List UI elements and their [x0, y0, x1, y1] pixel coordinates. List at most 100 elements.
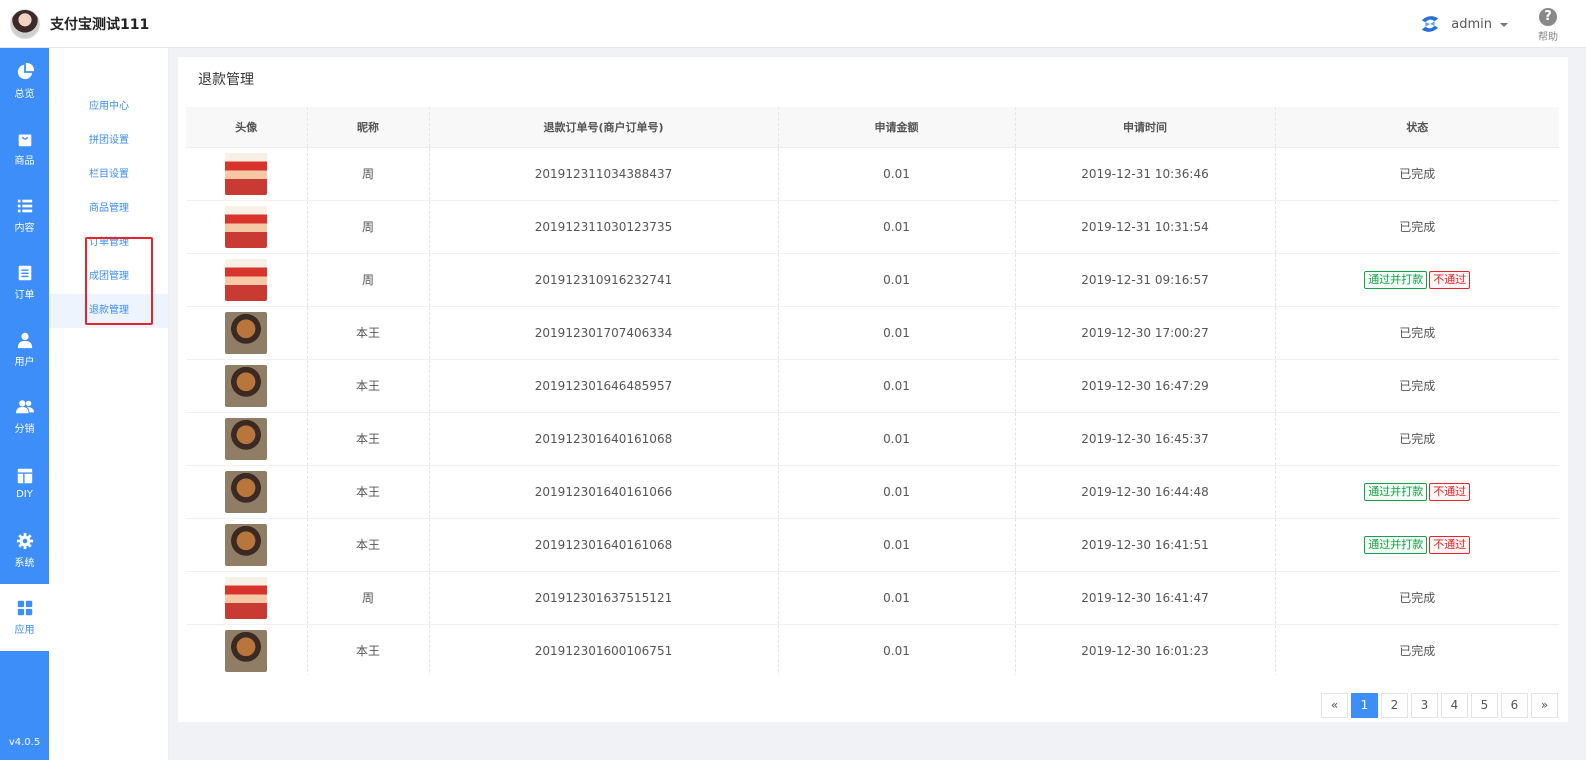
pagination-page-2[interactable]: 2	[1381, 693, 1408, 718]
question-icon: ?	[1539, 8, 1557, 26]
nav-item-diy[interactable]: DIY	[0, 450, 49, 517]
submenu-item-column-settings[interactable]: 栏目设置	[49, 158, 168, 192]
status-text: 已完成	[1399, 644, 1436, 658]
nav-item-system[interactable]: 系统	[0, 517, 49, 584]
time-cell: 2019-12-30 16:01:23	[1015, 624, 1276, 675]
submenu-item-order-management[interactable]: 订单管理	[49, 226, 168, 260]
help-label: 帮助	[1538, 32, 1558, 43]
amount-cell: 0.01	[778, 518, 1016, 572]
nickname-cell: 周	[307, 253, 430, 307]
avatar-cell	[186, 200, 308, 254]
avatar-cell	[186, 571, 308, 625]
column-header-amount: 申请金额	[778, 107, 1016, 148]
avatar	[225, 417, 268, 460]
nickname-cell: 本王	[307, 624, 430, 675]
pagination-page-5[interactable]: 5	[1471, 693, 1498, 718]
nav-item-orders[interactable]: 订单	[0, 249, 49, 316]
help-button[interactable]: ? 帮助	[1528, 8, 1568, 44]
refund-table: 头像 昵称 退款订单号(商户订单号) 申请金额 申请时间 状态 周 2019123…	[186, 107, 1559, 675]
nav-item-apps[interactable]: 应用	[0, 584, 49, 651]
status-text: 已完成	[1399, 379, 1436, 393]
submenu-item-goods-management[interactable]: 商品管理	[49, 192, 168, 226]
nav-item-distribution[interactable]: 分销	[0, 383, 49, 450]
amount-cell: 0.01	[778, 412, 1016, 466]
amount-cell: 0.01	[778, 571, 1016, 625]
pagination-page-6[interactable]: 6	[1501, 693, 1528, 718]
approve-and-pay-button[interactable]: 通过并打款	[1364, 270, 1428, 289]
reject-button[interactable]: 不通过	[1429, 270, 1471, 289]
submenu-item-app-center[interactable]: 应用中心	[49, 90, 168, 124]
pagination-page-3[interactable]: 3	[1411, 693, 1438, 718]
nav-item-label: 应用	[14, 625, 35, 636]
nav-item-goods[interactable]: 商品	[0, 115, 49, 182]
nav-item-label: 用户	[14, 357, 35, 368]
table-body: 周 201912311034388437 0.01 2019-12-31 10:36:…	[186, 147, 1559, 675]
time-cell: 2019-12-30 16:41:51	[1015, 518, 1276, 572]
status-text: 已完成	[1399, 167, 1436, 181]
brand[interactable]: 支付宝测试111	[10, 8, 149, 40]
nav-item-label: 内容	[14, 223, 35, 234]
nav-item-users[interactable]: 用户	[0, 316, 49, 383]
table-row: 周 201912311030123735 0.01 2019-12-31 10:31:…	[186, 200, 1559, 254]
avatar-cell	[186, 412, 308, 466]
avatar	[225, 629, 268, 672]
avatar	[225, 364, 268, 407]
submenu-item-refund-management[interactable]: 退款管理	[49, 294, 168, 328]
order-no-cell: 201912311030123735	[429, 200, 779, 254]
store-avatar	[10, 9, 40, 39]
pagination-prev-button[interactable]: «	[1321, 693, 1348, 718]
column-header-order-no: 退款订单号(商户订单号)	[429, 107, 779, 148]
nickname-cell: 周	[307, 147, 430, 201]
amount-cell: 0.01	[778, 200, 1016, 254]
pagination: « 1 2 3 4 5 6 »	[1318, 693, 1558, 718]
avatar-cell	[186, 518, 308, 572]
status-cell: 通过并打款 不通过	[1275, 465, 1559, 519]
grid-icon	[17, 600, 32, 616]
reject-button[interactable]: 不通过	[1429, 535, 1471, 554]
admin-logo-icon	[1422, 16, 1439, 32]
status-cell: 已完成	[1275, 306, 1559, 360]
nickname-cell: 周	[307, 571, 430, 625]
avatar	[225, 576, 268, 619]
amount-cell: 0.01	[778, 147, 1016, 201]
nickname-cell: 本王	[307, 359, 430, 413]
user-menu[interactable]: admin	[1419, 12, 1508, 36]
nav-item-label: 订单	[14, 290, 35, 301]
main-content: 退款管理 头像 昵称 退款订单号(商户订单号) 申请金额 申请时间 状态 周 20…	[178, 57, 1568, 722]
time-cell: 2019-12-31 10:36:46	[1015, 147, 1276, 201]
table-row: 本王 201912301600106751 0.01 2019-12-30 16:01…	[186, 624, 1559, 675]
table-header-row: 头像 昵称 退款订单号(商户订单号) 申请金额 申请时间 状态	[186, 107, 1559, 148]
submenu-item-group-management[interactable]: 成团管理	[49, 260, 168, 294]
bag-icon	[18, 134, 31, 147]
avatar-cell	[186, 306, 308, 360]
refund-table-container[interactable]: 头像 昵称 退款订单号(商户订单号) 申请金额 申请时间 状态 周 2019123…	[186, 107, 1559, 675]
pagination-next-button[interactable]: »	[1531, 693, 1558, 718]
status-cell: 通过并打款 不通过	[1275, 253, 1559, 307]
gear-icon	[16, 532, 33, 550]
order-no-cell: 201912301640161068	[429, 518, 779, 572]
submenu-item-group-settings[interactable]: 拼团设置	[49, 124, 168, 158]
table-row: 周 201912311034388437 0.01 2019-12-31 10:36:…	[186, 147, 1559, 201]
amount-cell: 0.01	[778, 253, 1016, 307]
store-name: 支付宝测试111	[50, 17, 150, 33]
nickname-cell: 周	[307, 200, 430, 254]
amount-cell: 0.01	[778, 465, 1016, 519]
reject-button[interactable]: 不通过	[1429, 482, 1471, 501]
nav-item-content[interactable]: 内容	[0, 182, 49, 249]
table-row: 本王 201912301646485957 0.01 2019-12-30 16:47…	[186, 359, 1559, 413]
approve-and-pay-button[interactable]: 通过并打款	[1364, 535, 1428, 554]
pagination-page-4[interactable]: 4	[1441, 693, 1468, 718]
avatar-cell	[186, 465, 308, 519]
time-cell: 2019-12-30 16:45:37	[1015, 412, 1276, 466]
avatar	[225, 523, 268, 566]
time-cell: 2019-12-30 16:47:29	[1015, 359, 1276, 413]
nav-item-overview[interactable]: 总览	[0, 48, 49, 115]
list-icon	[17, 199, 32, 213]
main-sidebar: 总览 商品 内容 订单 用户 分销 DIY 系统 应用 v4.0.5	[0, 48, 49, 760]
nav-item-label: 系统	[14, 558, 35, 569]
pagination-page-1[interactable]: 1	[1351, 693, 1378, 718]
order-no-cell: 201912301707406334	[429, 306, 779, 360]
approve-and-pay-button[interactable]: 通过并打款	[1364, 482, 1428, 501]
status-text: 已完成	[1399, 220, 1436, 234]
avatar	[225, 205, 268, 248]
